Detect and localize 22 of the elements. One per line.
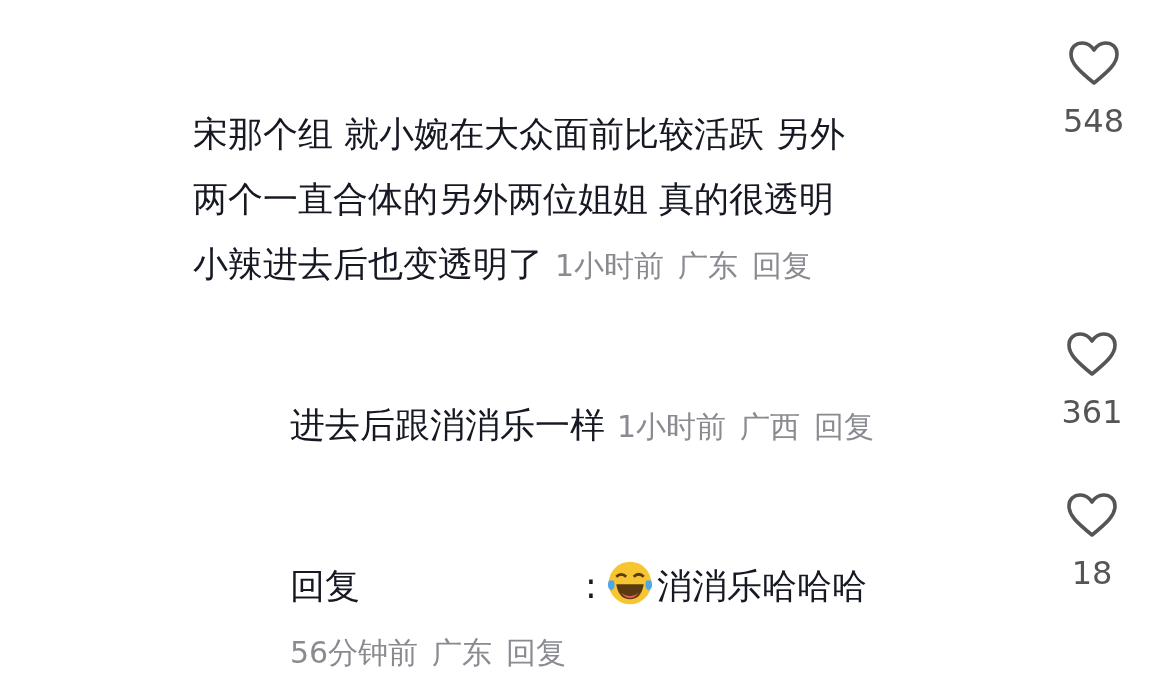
reply-link[interactable]: 回复 [814, 394, 875, 459]
comment-text: 小辣进去后也变透明了 [193, 244, 543, 284]
reply-label: 回复 [290, 566, 360, 606]
like-count: 18 [1071, 554, 1113, 592]
comment-text: 消消乐哈哈哈 [656, 566, 867, 606]
reply-link[interactable]: 回复 [506, 620, 567, 679]
comment-time: 1小时前 [555, 248, 665, 283]
like-count: 361 [1061, 393, 1123, 431]
heart-icon[interactable] [1066, 492, 1118, 538]
heart-icon[interactable] [1067, 40, 1120, 86]
like-count: 548 [1062, 102, 1125, 140]
comment-text: 进去后跟消消乐一样 [290, 405, 605, 445]
comment-location: 广西 [740, 409, 801, 444]
comment-text: 宋那个组 就小婉在大众面前比较活跃 另外 [193, 114, 846, 154]
comment-location: 广东 [432, 635, 493, 670]
comment-time: 56分钟前 [290, 635, 419, 670]
reply-link[interactable]: 回复 [752, 233, 813, 298]
separator: : [585, 566, 597, 606]
comment-time: 1小时前 [617, 409, 727, 444]
comment-text: 两个一直合体的另外两位姐姐 真的很透明 [193, 179, 835, 219]
heart-icon[interactable] [1066, 331, 1118, 377]
comment-location: 广东 [678, 248, 739, 283]
